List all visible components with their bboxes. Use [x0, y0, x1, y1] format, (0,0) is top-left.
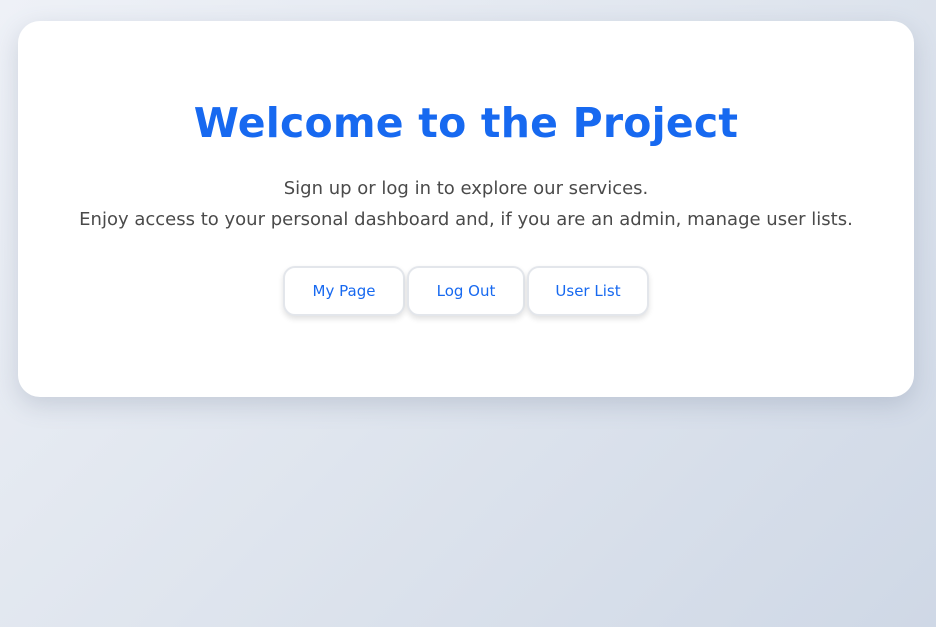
intro-text: Sign up or log in to explore our service…: [283, 178, 649, 199]
user-list-button[interactable]: User List: [527, 266, 649, 316]
log-out-button[interactable]: Log Out: [407, 266, 525, 316]
dashboard-text: Enjoy access to your personal dashboard …: [79, 209, 853, 230]
my-page-button[interactable]: My Page: [283, 266, 405, 316]
action-buttons: My Page Log Out User List: [18, 266, 914, 316]
welcome-card: Welcome to the Project Sign up or log in…: [18, 21, 914, 397]
page-title: Welcome to the Project: [193, 99, 739, 147]
